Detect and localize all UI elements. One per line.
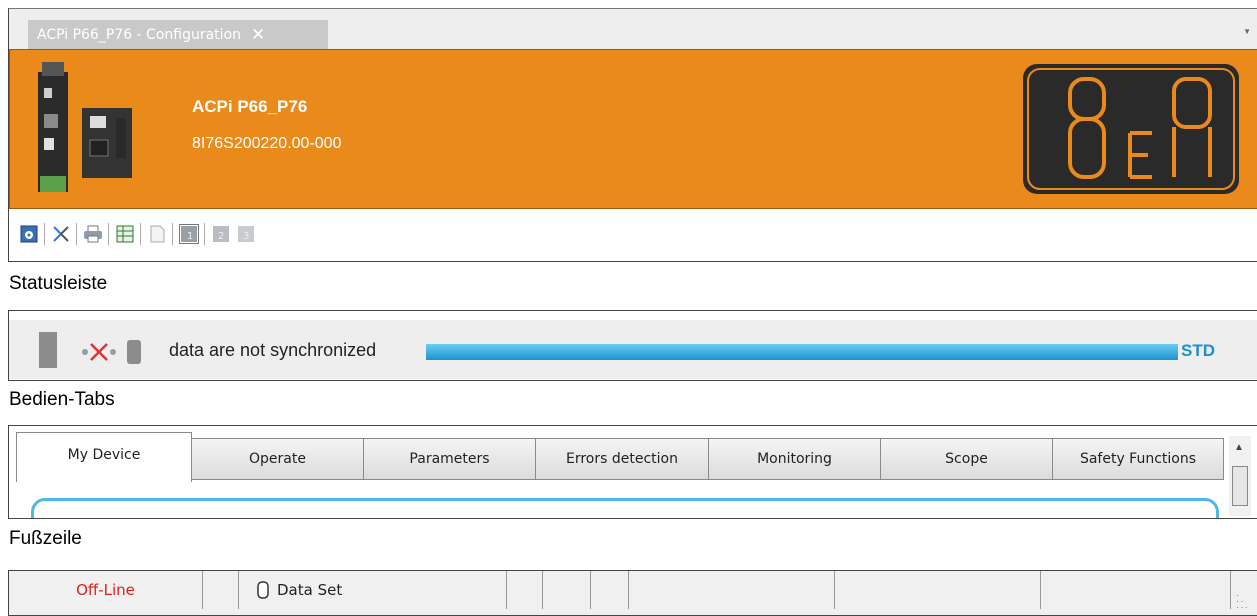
tab-monitoring[interactable]: Monitoring — [709, 438, 881, 480]
footer-bar: Off-Line Data Set · ·· ··· — [8, 570, 1257, 616]
tab-bar: My Device Operate Parameters Errors dete… — [16, 432, 1224, 482]
sync-progress-bar — [426, 344, 1178, 360]
view-2-label: 2 — [218, 231, 224, 242]
toolbar-separator — [204, 223, 205, 245]
document-tab[interactable]: ACPi P66_P76 - Configuration ✕ — [28, 20, 328, 49]
table-icon[interactable] — [115, 224, 135, 244]
resize-grip-icon[interactable]: · ·· ··· — [1236, 591, 1249, 613]
print-icon[interactable] — [83, 224, 103, 244]
tab-my-device[interactable]: My Device — [16, 432, 192, 482]
tab-errors-detection[interactable]: Errors detection — [536, 438, 709, 480]
operating-tabs-panel: My Device Operate Parameters Errors dete… — [8, 425, 1257, 519]
dataset-cell[interactable]: Data Set — [239, 571, 507, 609]
view-1-label: 1 — [187, 231, 193, 242]
document-tab-strip: ACPi P66_P76 - Configuration ✕ ▼ — [9, 9, 1257, 49]
connection-status-icon — [27, 332, 141, 368]
toolbar-separator — [76, 223, 77, 245]
toolbar-separator — [44, 223, 45, 245]
footer-cell — [1041, 571, 1231, 609]
device-model-number: 8I76S200220.00-000 — [192, 135, 342, 152]
tab-safety-functions[interactable]: Safety Functions — [1053, 438, 1224, 480]
sync-status-text: data are not synchronized — [169, 340, 377, 360]
settings-window-icon[interactable] — [19, 224, 39, 244]
footer-cell — [543, 571, 591, 609]
connection-status-cell: Off-Line — [9, 571, 203, 609]
tab-operate[interactable]: Operate — [192, 438, 364, 480]
dataset-label: Data Set — [277, 581, 343, 599]
footer-cell — [203, 571, 239, 609]
connection-status-text: Off-Line — [76, 581, 135, 599]
view-3-icon[interactable]: 3 — [236, 224, 256, 244]
footer-cell — [835, 571, 1041, 609]
scrollbar-thumb[interactable] — [1232, 466, 1248, 506]
toolbar-separator — [172, 223, 173, 245]
configuration-window: ACPi P66_P76 - Configuration ✕ ▼ ACPi P6… — [8, 8, 1257, 262]
tab-parameters[interactable]: Parameters — [364, 438, 536, 480]
view-2-icon[interactable]: 2 — [211, 224, 231, 244]
tab-content-frame — [31, 498, 1219, 518]
sync-transfer-icon[interactable] — [51, 224, 71, 244]
close-tab-icon[interactable]: ✕ — [251, 25, 265, 45]
view-3-label: 3 — [243, 231, 249, 242]
footer-cell — [629, 571, 835, 609]
tab-list-dropdown-icon[interactable]: ▼ — [1243, 27, 1251, 36]
status-bar: data are not synchronized STD — [8, 310, 1257, 381]
status-section-label: Statusleiste — [9, 273, 108, 294]
footer-cell — [591, 571, 629, 609]
tabs-section-label: Bedien-Tabs — [9, 389, 115, 410]
br-logo — [1023, 64, 1239, 194]
status-bar-body: data are not synchronized STD — [9, 320, 1257, 379]
database-icon — [257, 581, 269, 599]
document-tab-title: ACPi P66_P76 - Configuration — [37, 26, 241, 43]
view-1-icon[interactable]: 1 — [179, 224, 199, 244]
tab-scope[interactable]: Scope — [881, 438, 1053, 480]
toolbar-separator — [108, 223, 109, 245]
mode-label: STD — [1181, 341, 1215, 360]
toolbar-separator — [140, 223, 141, 245]
page-icon[interactable] — [147, 224, 167, 244]
sync-progress-fill — [426, 344, 1178, 360]
scroll-up-icon[interactable]: ▲ — [1234, 442, 1244, 453]
footer-section-label: Fußzeile — [9, 528, 82, 549]
device-image — [38, 62, 132, 192]
footer-cell — [507, 571, 543, 609]
device-name: ACPi P66_P76 — [192, 97, 308, 116]
vertical-scrollbar[interactable]: ▲ — [1229, 436, 1251, 516]
device-header-banner: ACPi P66_P76 8I76S200220.00-000 — [9, 49, 1257, 209]
device-toolbar: 1 2 3 — [9, 209, 1257, 259]
